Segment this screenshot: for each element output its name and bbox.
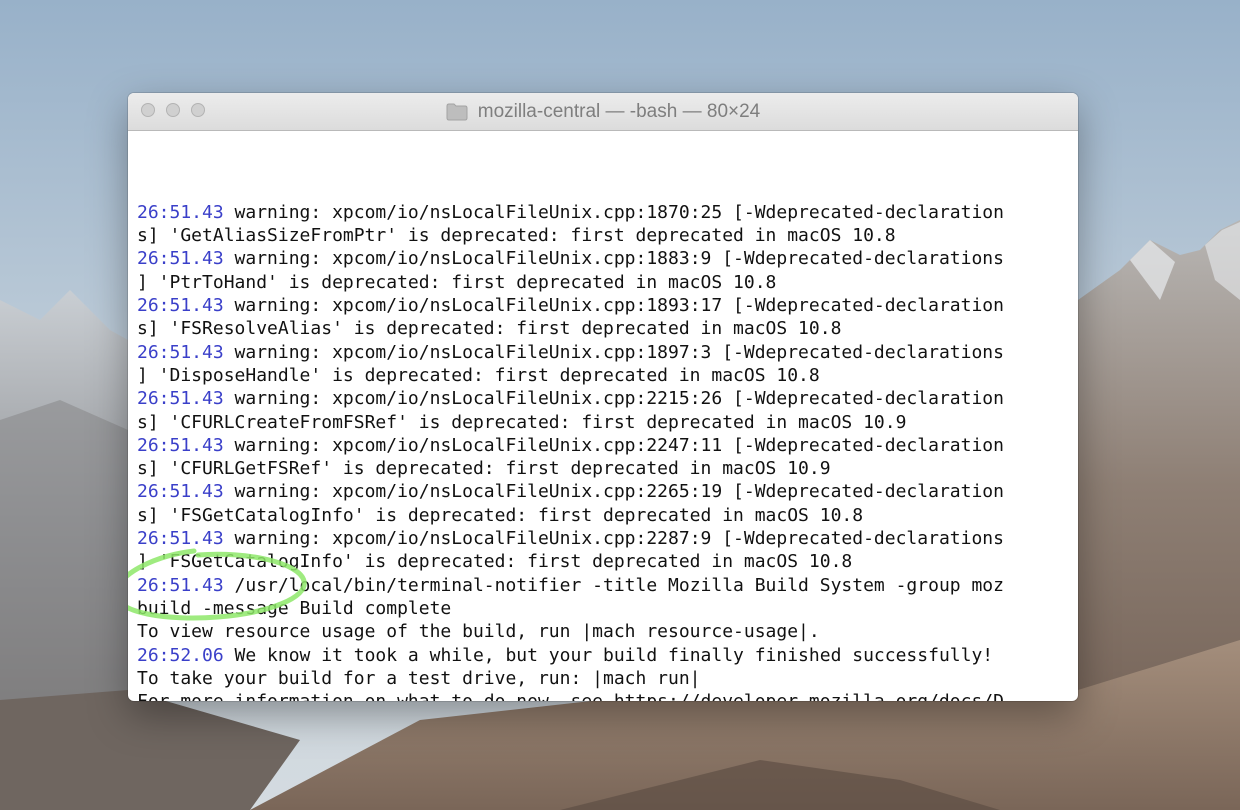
line-text: ] 'PtrToHand' is deprecated: first depre… bbox=[137, 271, 777, 293]
timestamp: 26:51.43 bbox=[137, 388, 224, 410]
terminal-line: 26:51.43 warning: xpcom/io/nsLocalFileUn… bbox=[137, 387, 1070, 410]
terminal-line: s] 'GetAliasSizeFromPtr' is deprecated: … bbox=[137, 224, 1070, 247]
line-text: warning: xpcom/io/nsLocalFileUnix.cpp:18… bbox=[223, 341, 1004, 363]
terminal-line: 26:51.43 warning: xpcom/io/nsLocalFileUn… bbox=[137, 247, 1070, 270]
terminal-window: mozilla-central — -bash — 80×24 26:51.43… bbox=[128, 93, 1078, 701]
line-text: s] 'FSResolveAlias' is deprecated: first… bbox=[137, 318, 842, 340]
terminal-output[interactable]: 26:51.43 warning: xpcom/io/nsLocalFileUn… bbox=[137, 131, 1070, 701]
line-text: We know it took a while, but your build … bbox=[223, 644, 994, 666]
line-text: warning: xpcom/io/nsLocalFileUnix.cpp:22… bbox=[223, 528, 1004, 550]
terminal-line: build -message Build complete bbox=[137, 597, 1070, 620]
terminal-line: ] 'PtrToHand' is deprecated: first depre… bbox=[137, 271, 1070, 294]
line-text: warning: xpcom/io/nsLocalFileUnix.cpp:18… bbox=[223, 248, 1004, 270]
terminal-line: 26:51.43 /usr/local/bin/terminal-notifie… bbox=[137, 574, 1070, 597]
terminal-line: ] 'FSGetCatalogInfo' is deprecated: firs… bbox=[137, 550, 1070, 573]
terminal-line: To view resource usage of the build, run… bbox=[137, 620, 1070, 643]
terminal-line: 26:51.43 warning: xpcom/io/nsLocalFileUn… bbox=[137, 434, 1070, 457]
line-text: /usr/local/bin/terminal-notifier -title … bbox=[223, 574, 1004, 596]
timestamp: 26:51.43 bbox=[137, 481, 224, 503]
line-text: s] 'GetAliasSizeFromPtr' is deprecated: … bbox=[137, 225, 896, 247]
line-text: ] 'DisposeHandle' is deprecated: first d… bbox=[137, 364, 820, 386]
timestamp: 26:51.43 bbox=[137, 434, 224, 456]
terminal-line: 26:52.06 We know it took a while, but yo… bbox=[137, 644, 1070, 667]
line-text: warning: xpcom/io/nsLocalFileUnix.cpp:22… bbox=[223, 434, 1004, 456]
line-text: s] 'CFURLGetFSRef' is deprecated: first … bbox=[137, 458, 831, 480]
titlebar[interactable]: mozilla-central — -bash — 80×24 bbox=[128, 93, 1078, 131]
terminal-line: s] 'FSGetCatalogInfo' is deprecated: fir… bbox=[137, 504, 1070, 527]
terminal-line: To take your build for a test drive, run… bbox=[137, 667, 1070, 690]
terminal-line: 26:51.43 warning: xpcom/io/nsLocalFileUn… bbox=[137, 527, 1070, 550]
timestamp: 26:51.43 bbox=[137, 248, 224, 270]
timestamp: 26:51.43 bbox=[137, 528, 224, 550]
timestamp: 26:52.06 bbox=[137, 644, 224, 666]
line-text: warning: xpcom/io/nsLocalFileUnix.cpp:22… bbox=[223, 481, 1004, 503]
line-text: ] 'FSGetCatalogInfo' is deprecated: firs… bbox=[137, 551, 853, 573]
line-text: warning: xpcom/io/nsLocalFileUnix.cpp:18… bbox=[223, 201, 1004, 223]
line-text: To take your build for a test drive, run… bbox=[137, 667, 701, 689]
timestamp: 26:51.43 bbox=[137, 341, 224, 363]
line-text: For more information on what to do now, … bbox=[137, 691, 1004, 701]
terminal-line: s] 'CFURLGetFSRef' is deprecated: first … bbox=[137, 457, 1070, 480]
line-text: s] 'CFURLCreateFromFSRef' is deprecated:… bbox=[137, 411, 907, 433]
terminal-line: 26:51.43 warning: xpcom/io/nsLocalFileUn… bbox=[137, 480, 1070, 503]
line-text: warning: xpcom/io/nsLocalFileUnix.cpp:18… bbox=[223, 295, 1004, 317]
line-text: build -message Build complete bbox=[137, 597, 452, 619]
timestamp: 26:51.43 bbox=[137, 201, 224, 223]
window-title-area: mozilla-central — -bash — 80×24 bbox=[128, 93, 1078, 130]
terminal-line: s] 'FSResolveAlias' is deprecated: first… bbox=[137, 317, 1070, 340]
terminal-line: 26:51.43 warning: xpcom/io/nsLocalFileUn… bbox=[137, 341, 1070, 364]
terminal-line: 26:51.43 warning: xpcom/io/nsLocalFileUn… bbox=[137, 294, 1070, 317]
line-text: warning: xpcom/io/nsLocalFileUnix.cpp:22… bbox=[223, 388, 1004, 410]
line-text: s] 'FSGetCatalogInfo' is deprecated: fir… bbox=[137, 504, 864, 526]
timestamp: 26:51.43 bbox=[137, 295, 224, 317]
folder-icon bbox=[446, 103, 468, 120]
terminal-line: ] 'DisposeHandle' is deprecated: first d… bbox=[137, 364, 1070, 387]
terminal-line: For more information on what to do now, … bbox=[137, 690, 1070, 701]
terminal-line: 26:51.43 warning: xpcom/io/nsLocalFileUn… bbox=[137, 201, 1070, 224]
timestamp: 26:51.43 bbox=[137, 574, 224, 596]
line-text: To view resource usage of the build, run… bbox=[137, 621, 820, 643]
terminal-line: s] 'CFURLCreateFromFSRef' is deprecated:… bbox=[137, 411, 1070, 434]
window-title: mozilla-central — -bash — 80×24 bbox=[477, 100, 761, 122]
